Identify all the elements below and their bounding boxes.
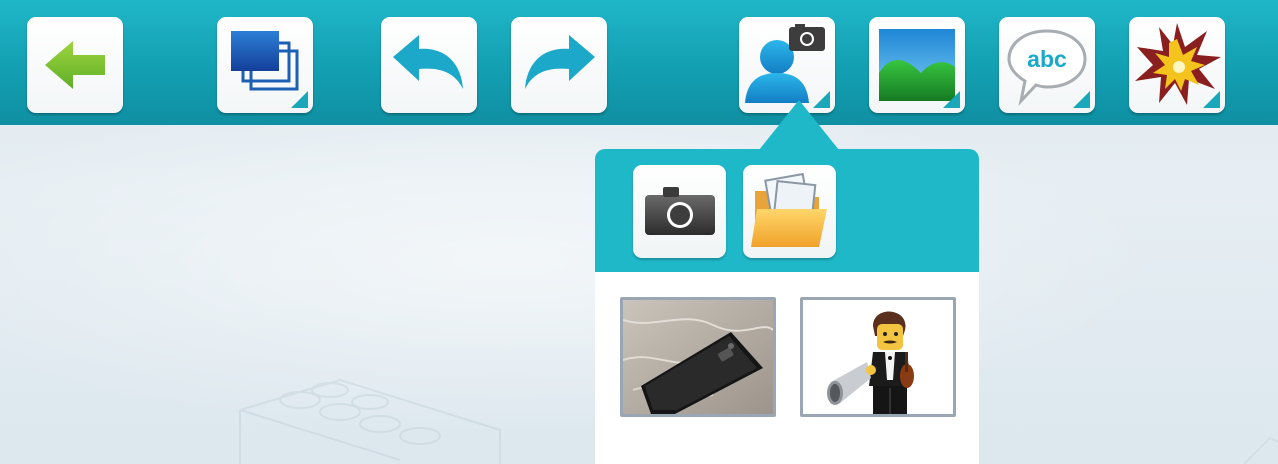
left-arrow-icon [45, 41, 105, 89]
camera-icon [645, 187, 715, 235]
brick-watermark [239, 378, 501, 464]
popup-pointer [759, 100, 839, 150]
add-background-button[interactable] [869, 17, 965, 113]
undo-button[interactable] [381, 17, 477, 113]
thumbnail-phone-photo[interactable] [620, 297, 776, 417]
toolbar: abc [0, 0, 1278, 125]
layers-button[interactable] [217, 17, 313, 113]
character-popup [595, 149, 979, 464]
popup-header [595, 149, 979, 272]
open-folder-button[interactable] [743, 165, 836, 258]
brick-watermark-right [1243, 436, 1278, 464]
redo-button[interactable] [511, 17, 607, 113]
add-text-button[interactable]: abc [999, 17, 1095, 113]
minifigure-with-megaphone [803, 300, 953, 414]
submenu-indicator-icon [291, 91, 308, 108]
submenu-indicator-icon [943, 91, 960, 108]
add-effect-button[interactable] [1129, 17, 1225, 113]
take-photo-button[interactable] [633, 165, 726, 258]
submenu-indicator-icon [1203, 91, 1220, 108]
submenu-indicator-icon [1073, 91, 1090, 108]
add-character-button[interactable] [739, 17, 835, 113]
phone-photo [623, 300, 773, 414]
folder-icon [751, 172, 827, 247]
redo-icon [525, 35, 595, 89]
thumbnail-minifigure[interactable] [800, 297, 956, 417]
speech-bubble-label: abc [1027, 46, 1067, 72]
back-button[interactable] [27, 17, 123, 113]
undo-icon [393, 35, 463, 89]
